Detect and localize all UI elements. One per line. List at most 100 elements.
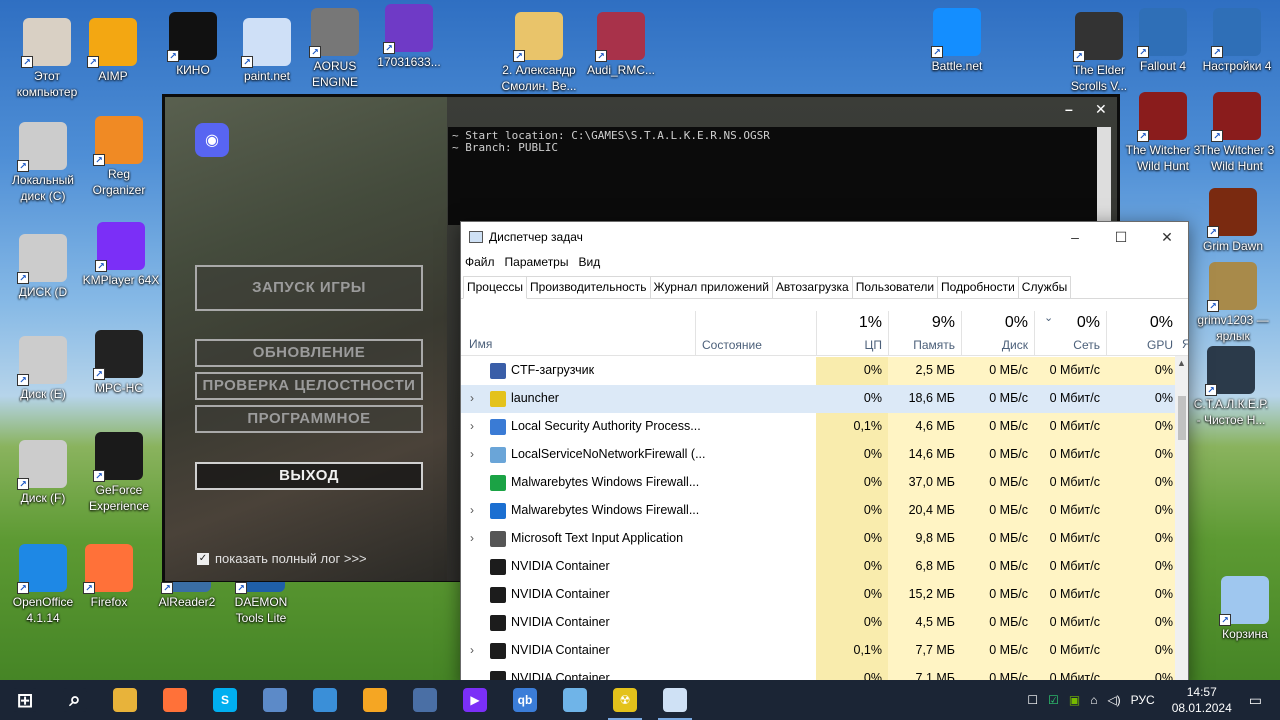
process-row[interactable]: › Malwarebytes Windows Firewall... 0% 20,4 … [461,497,1179,525]
minimize-button[interactable]: – [1052,222,1098,252]
taskbar-button[interactable]: qb [500,680,550,720]
desktop-shortcut[interactable]: ↗ paint.net [228,18,306,84]
taskbar-button[interactable]: ⌕ [50,680,100,720]
taskbar-button[interactable] [550,680,600,720]
maximize-button[interactable]: ☐ [1098,222,1144,252]
task-manager-titlebar[interactable]: Диспетчер задач – ☐ ✕ [461,222,1188,252]
exit-button[interactable]: ВЫХОД [195,462,423,490]
show-full-log-checkbox[interactable]: ✓ показать полный лог >>> [197,551,367,566]
desktop-shortcut[interactable]: ↗ Fallout 4 [1124,8,1202,74]
desktop-shortcut[interactable]: ↗ Firefox [70,544,148,610]
desktop-shortcut[interactable]: ↗ grimv1203 — ярлык [1194,262,1272,344]
desktop-shortcut[interactable]: ↗ The Witcher 3 Wild Hunt [1198,92,1276,174]
desktop-shortcut[interactable]: ↗ С.Т.А.Л.К.Е.Р. - Чистое Н... [1192,346,1270,428]
taskbar-button[interactable] [300,680,350,720]
close-button[interactable]: ✕ [1144,222,1188,252]
process-row[interactable]: › launcher 0% 18,6 МБ 0 МБ/с 0 Мбит/с 0% [461,385,1175,413]
process-row[interactable]: NVIDIA Container 0% 6,8 МБ 0 МБ/с 0 Мбит/с 0% [461,553,1179,581]
process-row[interactable]: › Microsoft Text Input Application 0% 9,8 М… [461,525,1179,553]
desktop-shortcut[interactable]: ↗ AORUS ENGINE [296,8,374,90]
tab-app-history[interactable]: Журнал приложений [649,276,773,298]
desktop-shortcut[interactable]: ↗ Локальный диск (C) [4,122,82,204]
software-button[interactable]: ПРОГРАММНОЕ [195,405,423,433]
desktop-shortcut[interactable]: ↗ The Witcher 3 Wild Hunt [1124,92,1202,174]
desktop-shortcut[interactable]: ↗ Reg Organizer [80,116,158,198]
taskbar-button[interactable]: ⊞ [0,680,50,720]
nvidia-tray-icon[interactable]: ▣ [1069,693,1080,707]
process-row[interactable]: › LocalServiceNoNetworkFirewall (... 0% 14,… [461,441,1179,469]
volume-icon[interactable]: ◁) [1107,693,1120,707]
taskbar-button[interactable] [150,680,200,720]
column-memory-header[interactable]: 9% Память [888,311,961,356]
checkbox-check-icon[interactable]: ✓ [197,552,209,565]
desktop-shortcut[interactable]: ↗ MPC-HC [80,330,158,396]
expand-chevron-icon[interactable]: › [470,643,474,657]
launcher-minimize-button[interactable]: – [1065,101,1073,117]
column-cpu-header[interactable]: 1% ЦП [816,311,888,356]
notifications-icon[interactable]: ▭ [1249,692,1262,709]
tab-startup[interactable]: Автозагрузка [771,276,853,298]
desktop-shortcut[interactable]: ↗ Диск (F) [4,440,82,506]
desktop-shortcut[interactable]: ↗ КИНО [154,12,232,78]
malwarebytes-tray-icon[interactable]: ☑ [1048,693,1059,707]
desktop-shortcut[interactable]: ↗ ДИСК (D [4,234,82,300]
desktop-shortcut[interactable]: ↗ KMPlayer 64X [82,222,160,288]
desktop-shortcut[interactable]: ↗ Battle.net [918,8,996,74]
process-row[interactable]: › Local Security Authority Process... 0,1%… [461,413,1179,441]
taskbar-button[interactable]: S [200,680,250,720]
desktop-shortcut[interactable]: ↗ AIMP [74,18,152,84]
expand-chevron-icon[interactable]: › [470,391,474,405]
column-status-header[interactable]: Состояние [695,311,816,356]
taskbar-button[interactable] [650,680,700,720]
process-list-scrollbar[interactable]: ▲ [1175,356,1188,685]
language-indicator[interactable]: РУС [1131,693,1155,707]
column-gpu-header[interactable]: 0% GPU [1106,311,1179,356]
taskbar-button[interactable]: ▶ [450,680,500,720]
tab-processes[interactable]: Процессы [463,276,528,299]
expand-chevron-icon[interactable]: › [470,447,474,461]
menu-file[interactable]: Файл [465,255,495,269]
column-name-header[interactable]: Имя [469,337,492,351]
start-game-button[interactable]: ЗАПУСК ИГРЫ [195,265,423,311]
column-disk-header[interactable]: 0% Диск [961,311,1034,356]
firefox-icon: ↗ [83,544,133,594]
taskbar-button[interactable] [250,680,300,720]
column-network-header[interactable]: ⌄ 0% Сеть [1034,311,1106,356]
menu-options[interactable]: Параметры [505,255,569,269]
tray-overflow-icon[interactable]: ☐ [1027,693,1038,707]
desktop-shortcut[interactable]: ↗ Настройки 4 [1198,8,1276,74]
process-row[interactable]: CTF-загрузчик 0% 2,5 МБ 0 МБ/с 0 Мбит/с 0% [461,357,1179,385]
launcher-close-button[interactable]: ✕ [1095,101,1107,118]
process-row[interactable]: NVIDIA Container 0% 4,5 МБ 0 МБ/с 0 Мбит/с 0% [461,609,1179,637]
discord-icon[interactable]: ◉ [195,123,229,157]
scroll-up-icon[interactable]: ▲ [1177,358,1186,368]
taskbar-button[interactable] [100,680,150,720]
tab-users[interactable]: Пользователи [851,276,939,298]
desktop-shortcut[interactable]: ↗ Диск (E) [4,336,82,402]
tab-services[interactable]: Службы [1017,276,1072,298]
taskbar-button[interactable] [400,680,450,720]
taskbar-button[interactable]: ☢ [600,680,650,720]
desktop-shortcut[interactable]: ↗ Grim Dawn [1194,188,1272,254]
expand-chevron-icon[interactable]: › [470,419,474,433]
network-icon[interactable]: ⌂ [1090,693,1097,707]
process-row[interactable]: NVIDIA Container 0% 15,2 МБ 0 МБ/с 0 Мбит/с 0… [461,581,1179,609]
desktop-shortcut[interactable]: ↗ GeForce Experience [80,432,158,514]
verify-integrity-button[interactable]: ПРОВЕРКА ЦЕЛОСТНОСТИ [195,372,423,400]
desktop-shortcut[interactable]: ↗ Корзина [1206,576,1280,642]
tab-performance[interactable]: Производительность [526,276,651,298]
clock[interactable]: 14:57 08.01.2024 [1172,684,1232,716]
desktop-shortcut[interactable]: ↗ 17031633... [370,4,448,70]
taskbar-button[interactable] [350,680,400,720]
expand-chevron-icon[interactable]: › [470,531,474,545]
tab-details[interactable]: Подробности [937,276,1019,298]
desktop-shortcut[interactable]: ↗ 2. Александр Смолин. Ве... [500,12,578,94]
process-row[interactable]: Malwarebytes Windows Firewall... 0% 37,0 М… [461,469,1179,497]
update-button[interactable]: ОБНОВЛЕНИЕ [195,339,423,367]
desktop-shortcut[interactable]: ↗ Audi_RMC... [582,12,660,78]
process-row[interactable]: › NVIDIA Container 0,1% 7,7 МБ 0 МБ/с 0 Мбит/… [461,637,1179,665]
menu-view[interactable]: Вид [578,255,600,269]
column-extra-header[interactable]: Я [1182,337,1188,351]
scrollbar-thumb[interactable] [1178,396,1186,440]
expand-chevron-icon[interactable]: › [470,503,474,517]
